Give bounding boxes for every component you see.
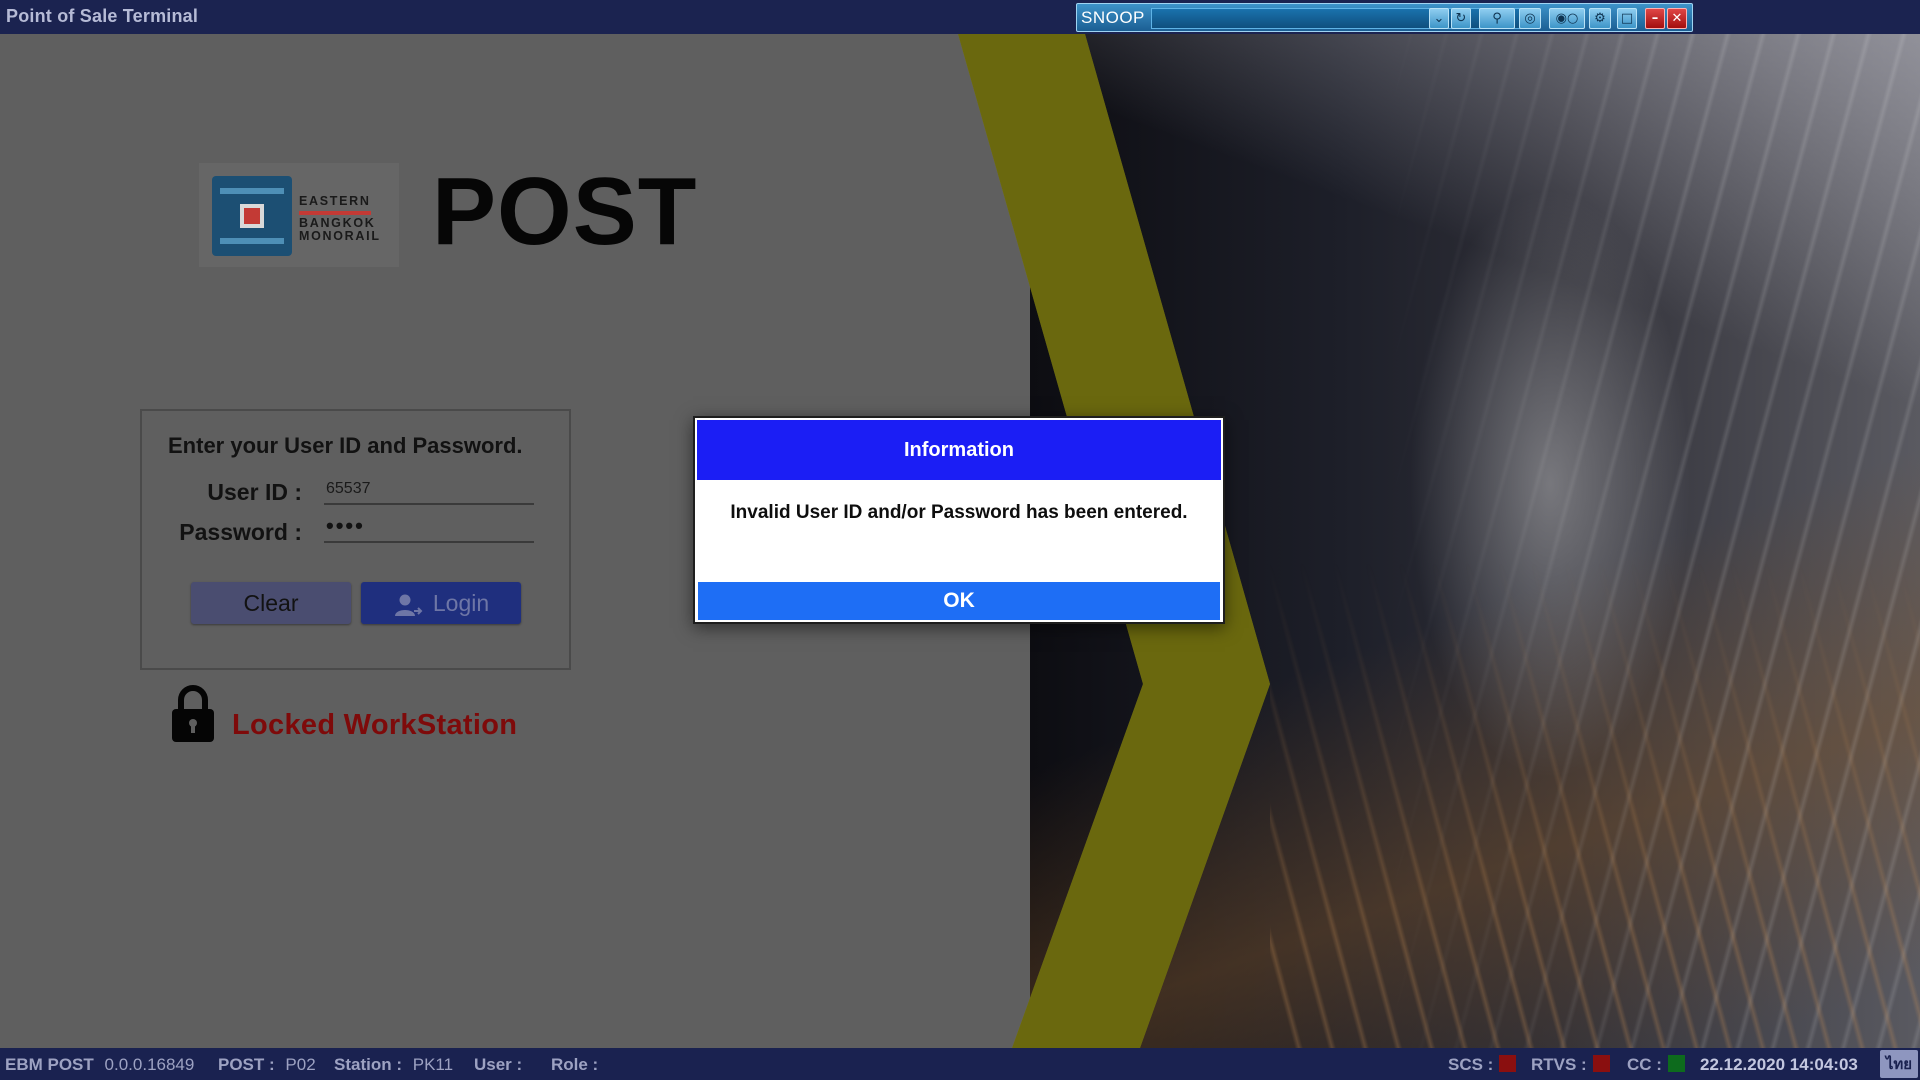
language-button[interactable]: ไทย — [1880, 1050, 1918, 1078]
station-value: PK11 — [412, 1055, 454, 1074]
close-icon[interactable]: ✕ — [1667, 8, 1687, 29]
chevron-down-icon[interactable]: ⌄ — [1429, 8, 1449, 29]
scs-indicator — [1499, 1055, 1517, 1072]
dialog-message: Invalid User ID and/or Password has been… — [730, 502, 1188, 523]
datetime: 22.12.2020 14:04:03 — [1700, 1055, 1858, 1074]
locked-workstation-label: Locked WorkStation — [232, 709, 518, 741]
password-label: Password : — [179, 519, 302, 545]
refresh-icon[interactable]: ↻ — [1451, 8, 1471, 29]
clear-button[interactable]: Clear — [191, 582, 351, 624]
rtvs-indicator — [1592, 1055, 1610, 1072]
login-button[interactable]: Login — [361, 582, 521, 624]
lock-icon — [170, 684, 216, 747]
station-info: Station : PK11 — [334, 1055, 453, 1075]
cc-status: CC : — [1627, 1055, 1685, 1075]
user-id-label: User ID : — [207, 479, 302, 505]
title-bar: Point of Sale Terminal SNOOP ⌄ ↻ ⚲ ◎ ◉○ … — [0, 0, 1920, 34]
clear-button-label: Clear — [243, 590, 299, 616]
role-info: Role : — [551, 1055, 598, 1075]
target-icon[interactable]: ◎ — [1519, 8, 1541, 29]
login-button-label: Login — [432, 590, 490, 616]
window-icon[interactable]: □ — [1617, 8, 1637, 29]
login-panel: Enter your User ID and Password. User ID… — [140, 409, 571, 670]
monorail-logo-icon — [212, 176, 292, 256]
company-logo: EASTERN BANGKOK MONORAIL — [199, 163, 399, 267]
rtvs-status: RTVS : — [1531, 1055, 1610, 1075]
status-bar: EBM POST 0.0.0.16849 POST : P02 Station … — [0, 1048, 1920, 1080]
post-info: POST : P02 — [218, 1055, 316, 1075]
rtvs-label: RTVS : — [1531, 1055, 1587, 1074]
information-dialog: Information Invalid User ID and/or Passw… — [693, 416, 1225, 624]
logo-line-3: MONORAIL — [299, 229, 381, 243]
minimize-icon[interactable]: – — [1645, 8, 1665, 29]
ok-button[interactable]: OK — [698, 582, 1220, 620]
app-version: 0.0.0.16849 — [104, 1055, 195, 1074]
password-mask: •••• — [326, 513, 365, 538]
cc-label: CC : — [1627, 1055, 1662, 1074]
password-input[interactable]: •••• — [324, 513, 534, 543]
snoop-label: SNOOP — [1081, 8, 1145, 27]
user-label: User : — [474, 1055, 523, 1074]
gear-icon[interactable]: ⚙ — [1589, 8, 1611, 29]
scs-status: SCS : — [1448, 1055, 1517, 1075]
login-prompt: Enter your User ID and Password. — [168, 433, 523, 458]
post-label: POST : — [218, 1055, 275, 1074]
logo-line-1: EASTERN — [299, 194, 371, 208]
cc-indicator — [1667, 1055, 1685, 1072]
app-name-label: EBM POST — [5, 1055, 94, 1074]
dialog-title: Information — [697, 420, 1221, 480]
scs-label: SCS : — [1448, 1055, 1494, 1074]
snoop-toolbar: SNOOP ⌄ ↻ ⚲ ◎ ◉○ ⚙ □ – ✕ — [1076, 3, 1693, 32]
post-value: P02 — [285, 1055, 316, 1074]
user-login-icon — [394, 594, 423, 616]
user-id-input[interactable] — [324, 475, 534, 505]
station-label: Station : — [334, 1055, 402, 1074]
role-label: Role : — [551, 1055, 599, 1074]
logo-line-2: BANGKOK — [299, 216, 376, 230]
search-icon[interactable]: ⚲ — [1479, 8, 1515, 29]
logo-wordmark: EASTERN BANGKOK MONORAIL — [299, 195, 381, 243]
app-name: EBM POST 0.0.0.16849 — [5, 1055, 194, 1075]
window-title: Point of Sale Terminal — [6, 6, 199, 26]
toggle-icon[interactable]: ◉○ — [1549, 8, 1585, 29]
user-info: User : — [474, 1055, 522, 1075]
page-title: POST — [432, 158, 698, 265]
